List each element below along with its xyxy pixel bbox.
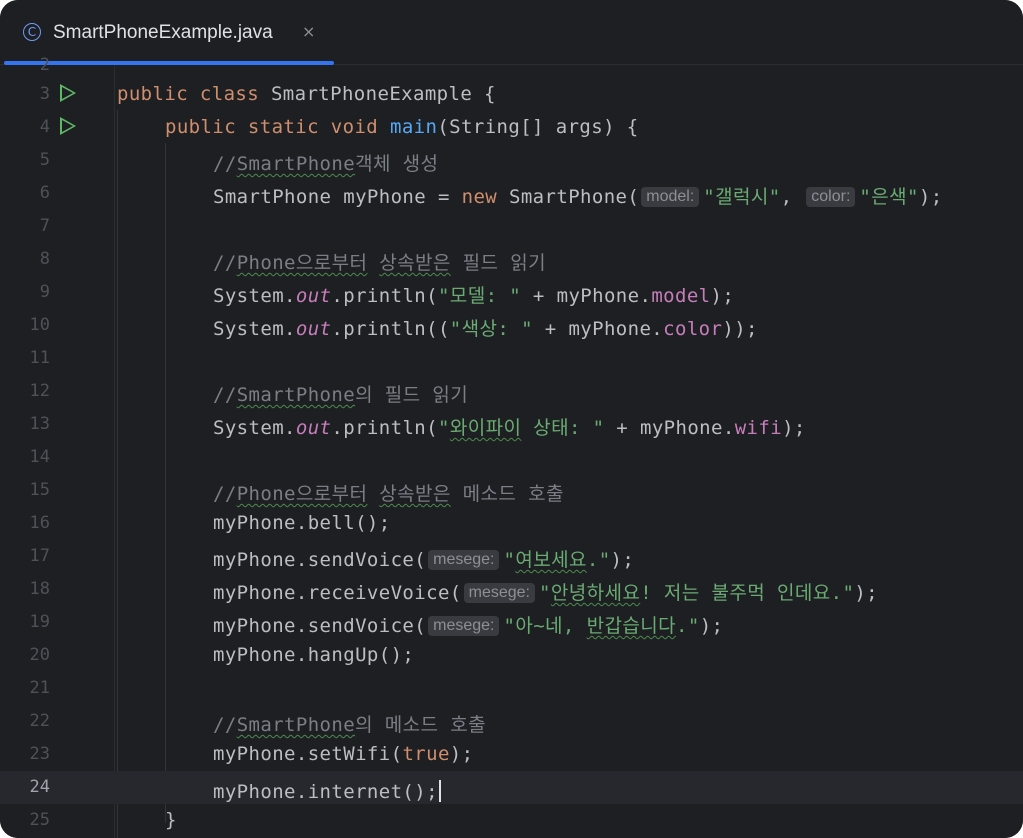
line-number: 10 xyxy=(29,315,50,335)
line-number: 23 xyxy=(29,744,50,764)
line-number: 3 xyxy=(39,84,50,104)
class-icon: C xyxy=(23,23,41,41)
code-text: System.out.println(("색상: " + myPhone.col… xyxy=(213,318,758,340)
code-line: 17 myPhone.sendVoice(mesege: "여보세요."); xyxy=(0,540,1023,573)
line-number: 17 xyxy=(29,546,50,566)
line-number: 12 xyxy=(29,381,50,401)
line-number: 5 xyxy=(39,150,50,170)
line-number: 22 xyxy=(29,711,50,731)
line-number: 24 xyxy=(29,777,50,797)
comment-text: //Phone으로부터 상속받은 필드 읽기 xyxy=(213,252,546,274)
line-number: 11 xyxy=(29,348,50,368)
code-text: myPhone.setWifi(true); xyxy=(213,743,474,765)
code-text: } xyxy=(165,809,177,831)
code-line: 14 xyxy=(0,441,1023,474)
line-number: 9 xyxy=(39,282,50,302)
code-line: 21 xyxy=(0,672,1023,705)
code-text: myPhone.internet(); xyxy=(213,776,441,803)
comment-text: //SmartPhone객체 생성 xyxy=(213,153,439,175)
parameter-hint: mesege: xyxy=(463,583,535,603)
code-text: SmartPhone myPhone = new SmartPhone(mode… xyxy=(213,186,943,208)
line-number: 25 xyxy=(29,810,50,830)
code-text: System.out.println("와이파이 상태: " + myPhone… xyxy=(213,417,806,439)
line-number: 2 xyxy=(39,55,50,75)
code-line: 16 myPhone.bell(); xyxy=(0,507,1023,540)
code-text: myPhone.sendVoice(mesege: "여보세요."); xyxy=(213,549,635,571)
line-number: 7 xyxy=(39,216,50,236)
parameter-hint: color: xyxy=(806,187,856,207)
code-editor[interactable]: 2 3 public class SmartPhoneExample { 4 p… xyxy=(0,55,1023,838)
line-number: 13 xyxy=(29,414,50,434)
code-line: 15 //Phone으로부터 상속받은 메소드 호출 xyxy=(0,474,1023,507)
code-line: 20 myPhone.hangUp(); xyxy=(0,639,1023,672)
code-line: 10 System.out.println(("색상: " + myPhone.… xyxy=(0,309,1023,342)
code-line: 4 public static void main(String[] args)… xyxy=(0,111,1023,144)
code-line: 18 myPhone.receiveVoice(mesege: "안녕하세요! 저… xyxy=(0,573,1023,606)
editor-window: C SmartPhoneExample.java × 2 3 public cl… xyxy=(0,0,1023,838)
code-text: myPhone.sendVoice(mesege: "아~네, 반갑습니다."); xyxy=(213,615,724,637)
comment-text: //SmartPhone의 메소드 호출 xyxy=(213,714,487,736)
line-number: 21 xyxy=(29,678,50,698)
code-line: 12 //SmartPhone의 필드 읽기 xyxy=(0,375,1023,408)
run-icon[interactable] xyxy=(60,84,76,102)
code-line: 6 SmartPhone myPhone = new SmartPhone(mo… xyxy=(0,177,1023,210)
line-number: 14 xyxy=(29,447,50,467)
code-line: 13 System.out.println("와이파이 상태: " + myPh… xyxy=(0,408,1023,441)
line-number: 19 xyxy=(29,612,50,632)
code-line: 8 //Phone으로부터 상속받은 필드 읽기 xyxy=(0,243,1023,276)
code-line: 7 xyxy=(0,210,1023,243)
code-text: myPhone.receiveVoice(mesege: "안녕하세요! 저는 불… xyxy=(213,582,879,604)
code-line: 5 //SmartPhone객체 생성 xyxy=(0,144,1023,177)
parameter-hint: mesege: xyxy=(428,550,500,570)
code-line: 11 xyxy=(0,342,1023,375)
code-text: public class SmartPhoneExample { xyxy=(117,83,496,105)
code-line: 9 System.out.println("모델: " + myPhone.mo… xyxy=(0,276,1023,309)
code-text: System.out.println("모델: " + myPhone.mode… xyxy=(213,285,735,307)
code-text: public static void main(String[] args) { xyxy=(165,116,639,138)
line-number: 20 xyxy=(29,645,50,665)
current-line: 24 myPhone.internet(); xyxy=(0,771,1023,804)
line-number: 16 xyxy=(29,513,50,533)
code-line: 19 myPhone.sendVoice(mesege: "아~네, 반갑습니다.… xyxy=(0,606,1023,639)
code-text: myPhone.hangUp(); xyxy=(213,644,415,666)
code-line: 3 public class SmartPhoneExample { xyxy=(0,78,1023,111)
run-icon[interactable] xyxy=(60,117,76,135)
tab-title: SmartPhoneExample.java xyxy=(53,22,273,43)
line-number: 8 xyxy=(39,249,50,269)
line-number: 15 xyxy=(29,480,50,500)
text-caret xyxy=(438,780,441,802)
parameter-hint: mesege: xyxy=(428,616,500,636)
parameter-hint: model: xyxy=(641,187,700,207)
code-line: 23 myPhone.setWifi(true); xyxy=(0,738,1023,771)
comment-text: //Phone으로부터 상속받은 메소드 호출 xyxy=(213,483,564,505)
line-number: 6 xyxy=(39,183,50,203)
line-number: 18 xyxy=(29,579,50,599)
code-line: 25 } xyxy=(0,804,1023,837)
close-icon[interactable]: × xyxy=(302,22,315,41)
line-number: 4 xyxy=(39,117,50,137)
code-line: 22 //SmartPhone의 메소드 호출 xyxy=(0,705,1023,738)
code-text: myPhone.bell(); xyxy=(213,512,391,534)
comment-text: //SmartPhone의 필드 읽기 xyxy=(213,384,469,406)
